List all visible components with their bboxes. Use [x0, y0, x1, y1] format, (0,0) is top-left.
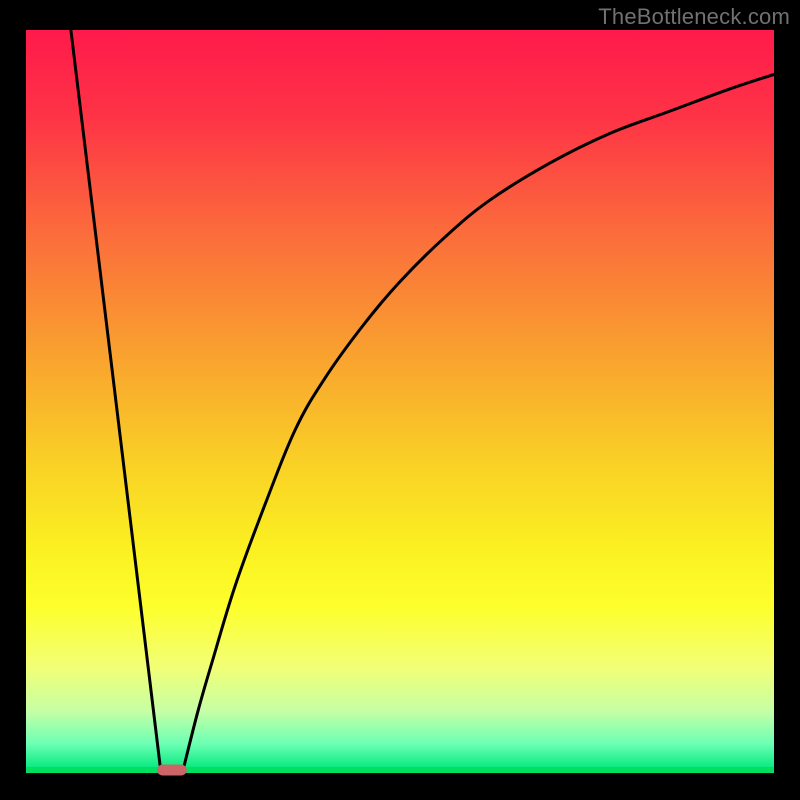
minimum-marker — [157, 764, 187, 775]
plot-background — [26, 30, 774, 770]
bottleneck-chart — [0, 0, 800, 800]
watermark-text: TheBottleneck.com — [598, 4, 790, 30]
chart-frame: TheBottleneck.com — [0, 0, 800, 800]
